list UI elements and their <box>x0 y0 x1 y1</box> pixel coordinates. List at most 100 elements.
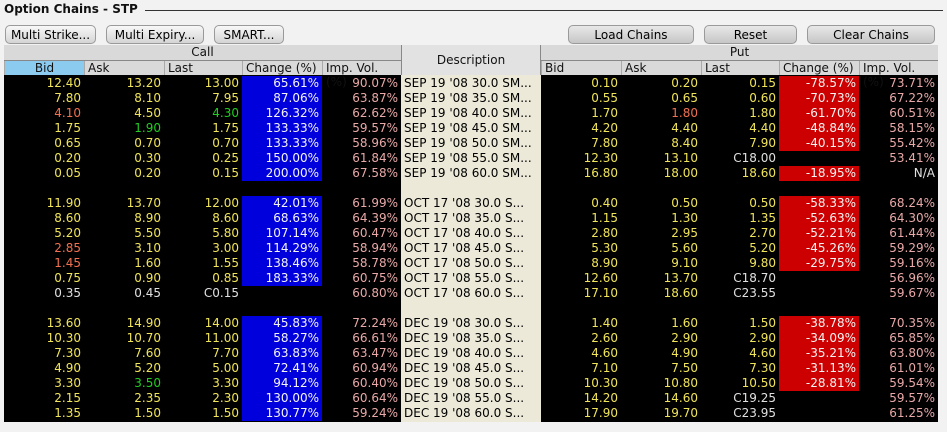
put-change-cell[interactable]: -48.84% <box>779 121 859 136</box>
put-change-cell[interactable] <box>779 391 859 406</box>
put-change-cell[interactable] <box>779 151 859 166</box>
put-bid-cell[interactable]: 14.20 <box>541 391 621 406</box>
call-last-cell[interactable]: 3.30 <box>164 376 242 391</box>
put-ask-header[interactable]: Ask <box>621 61 701 75</box>
description-cell[interactable]: DEC 19 '08 30.0 S... <box>401 316 541 331</box>
put-last-cell[interactable]: 7.90 <box>701 136 779 151</box>
put-ask-cell[interactable]: 4.40 <box>621 121 701 136</box>
description-cell[interactable]: SEP 19 '08 45.0 SM... <box>401 121 541 136</box>
call-change-cell[interactable]: 114.29% <box>242 241 322 256</box>
put-last-cell[interactable]: 1.80 <box>701 106 779 121</box>
put-last-cell[interactable]: 0.50 <box>701 196 779 211</box>
put-ask-cell[interactable]: 7.50 <box>621 361 701 376</box>
description-cell[interactable]: SEP 19 '08 55.0 SM... <box>401 151 541 166</box>
call-change-cell[interactable]: 200.00% <box>242 166 322 181</box>
put-bid-cell[interactable]: 0.10 <box>541 76 621 91</box>
put-change-cell[interactable]: -31.13% <box>779 361 859 376</box>
call-bid-cell[interactable]: 4.90 <box>4 361 84 376</box>
put-bid-cell[interactable]: 1.70 <box>541 106 621 121</box>
call-impvol-cell[interactable]: 63.47% <box>322 346 401 361</box>
description-cell[interactable]: SEP 19 '08 40.0 SM... <box>401 106 541 121</box>
put-bid-cell[interactable]: 8.90 <box>541 256 621 271</box>
call-bid-cell[interactable]: 0.75 <box>4 271 84 286</box>
call-bid-cell[interactable]: 1.45 <box>4 256 84 271</box>
description-cell[interactable]: DEC 19 '08 50.0 S... <box>401 376 541 391</box>
clear-chains-button[interactable]: Clear Chains <box>807 25 935 44</box>
reset-button[interactable]: Reset <box>704 25 797 44</box>
put-last-cell[interactable]: 9.80 <box>701 256 779 271</box>
description-cell[interactable]: DEC 19 '08 45.0 S... <box>401 361 541 376</box>
call-change-cell[interactable]: 65.61% <box>242 76 322 91</box>
call-last-cell[interactable]: 4.30 <box>164 106 242 121</box>
put-last-cell[interactable]: 4.60 <box>701 346 779 361</box>
put-last-cell[interactable]: 7.30 <box>701 361 779 376</box>
call-ask-header[interactable]: Ask <box>84 61 164 75</box>
put-last-cell[interactable]: C18.00 <box>701 151 779 166</box>
call-bid-cell[interactable]: 1.35 <box>4 406 84 421</box>
put-last-cell[interactable]: 1.35 <box>701 211 779 226</box>
call-change-cell[interactable]: 126.32% <box>242 106 322 121</box>
call-bid-cell[interactable]: 7.80 <box>4 91 84 106</box>
load-chains-button[interactable]: Load Chains <box>568 25 694 44</box>
call-impvol-cell[interactable]: 72.24% <box>322 316 401 331</box>
put-change-cell[interactable] <box>779 286 859 301</box>
call-bid-cell[interactable]: 13.60 <box>4 316 84 331</box>
put-ask-cell[interactable]: 18.00 <box>621 166 701 181</box>
call-last-cell[interactable]: 2.30 <box>164 391 242 406</box>
table-row[interactable]: 1.75 1.90 1.75 133.33% 59.57% SEP 19 '08 45.0… <box>4 121 938 136</box>
table-row[interactable]: 3.30 3.50 3.30 94.12% 60.40% DEC 19 '08 50.0 … <box>4 376 938 391</box>
description-cell[interactable]: SEP 19 '08 30.0 SM... <box>401 76 541 91</box>
put-impvol-cell[interactable]: 59.67% <box>859 286 938 301</box>
call-change-cell[interactable]: 138.46% <box>242 256 322 271</box>
put-bid-header[interactable]: Bid <box>541 61 621 75</box>
call-impvol-cell[interactable]: 60.75% <box>322 271 401 286</box>
put-change-cell[interactable]: -34.09% <box>779 331 859 346</box>
call-ask-cell[interactable]: 7.60 <box>84 346 164 361</box>
call-change-cell[interactable]: 133.33% <box>242 136 322 151</box>
call-change-cell[interactable]: 87.06% <box>242 91 322 106</box>
call-change-cell[interactable]: 150.00% <box>242 151 322 166</box>
put-impvol-cell[interactable]: 70.35% <box>859 316 938 331</box>
put-ask-cell[interactable]: 0.20 <box>621 76 701 91</box>
call-change-cell[interactable]: 42.01% <box>242 196 322 211</box>
call-ask-cell[interactable]: 1.60 <box>84 256 164 271</box>
put-last-cell[interactable]: 10.50 <box>701 376 779 391</box>
call-ask-cell[interactable]: 13.70 <box>84 196 164 211</box>
put-ask-cell[interactable]: 1.30 <box>621 211 701 226</box>
put-change-cell[interactable]: -38.78% <box>779 316 859 331</box>
call-change-cell[interactable]: 58.27% <box>242 331 322 346</box>
call-bid-cell[interactable]: 0.65 <box>4 136 84 151</box>
put-ask-cell[interactable]: 1.60 <box>621 316 701 331</box>
call-last-cell[interactable]: 7.95 <box>164 91 242 106</box>
table-row[interactable]: 0.20 0.30 0.25 150.00% 61.84% SEP 19 '08 55.0… <box>4 151 938 166</box>
call-last-header[interactable]: Last <box>164 61 242 75</box>
put-change-cell[interactable]: -29.75% <box>779 256 859 271</box>
call-impvol-cell[interactable]: 61.84% <box>322 151 401 166</box>
call-ask-cell[interactable]: 3.50 <box>84 376 164 391</box>
description-cell[interactable]: DEC 19 '08 60.0 S... <box>401 406 541 421</box>
call-last-cell[interactable]: 14.00 <box>164 316 242 331</box>
put-ask-cell[interactable]: 9.10 <box>621 256 701 271</box>
put-last-cell[interactable]: C23.55 <box>701 286 779 301</box>
table-row[interactable]: 0.35 0.45 C0.15 60.80% OCT 17 '08 60.0 S... 1… <box>4 286 938 301</box>
multi-expiry-button[interactable]: Multi Expiry... <box>106 25 204 44</box>
put-bid-cell[interactable]: 16.80 <box>541 166 621 181</box>
put-change-cell[interactable]: -52.21% <box>779 226 859 241</box>
multi-strike-button[interactable]: Multi Strike... <box>5 25 96 44</box>
table-row[interactable]: 7.80 8.10 7.95 87.06% 63.87% SEP 19 '08 35.0 … <box>4 91 938 106</box>
call-ask-cell[interactable]: 8.10 <box>84 91 164 106</box>
put-impvol-cell[interactable]: 61.01% <box>859 361 938 376</box>
table-row[interactable]: 12.40 13.20 13.00 65.61% 90.07% SEP 19 '08 30… <box>4 76 938 91</box>
description-cell[interactable]: DEC 19 '08 40.0 S... <box>401 346 541 361</box>
put-last-cell[interactable]: C19.25 <box>701 391 779 406</box>
call-impvol-cell[interactable]: 63.87% <box>322 91 401 106</box>
table-row[interactable]: 13.60 14.90 14.00 45.83% 72.24% DEC 19 '08 30… <box>4 316 938 331</box>
put-change-cell[interactable] <box>779 271 859 286</box>
call-last-cell[interactable]: 5.00 <box>164 361 242 376</box>
table-row[interactable]: 11.90 13.70 12.00 42.01% 61.99% OCT 17 '08 30… <box>4 196 938 211</box>
put-impvol-cell[interactable]: 56.96% <box>859 271 938 286</box>
put-ask-cell[interactable]: 14.60 <box>621 391 701 406</box>
put-impvol-cell[interactable]: 53.41% <box>859 151 938 166</box>
call-ask-cell[interactable]: 0.90 <box>84 271 164 286</box>
put-bid-cell[interactable]: 12.30 <box>541 151 621 166</box>
